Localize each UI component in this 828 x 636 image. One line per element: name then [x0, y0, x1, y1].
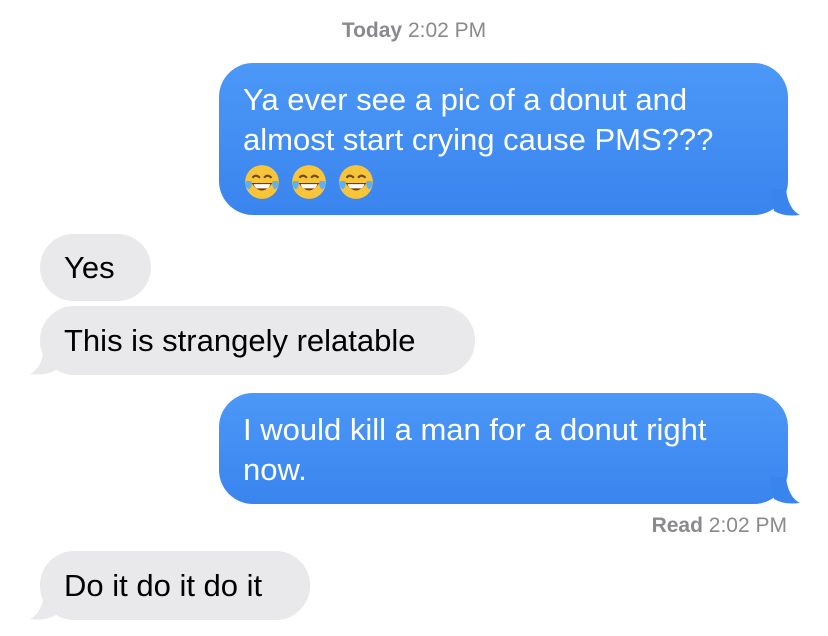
outgoing-message-bubble[interactable]: I would kill a man for a donut right now…: [219, 393, 788, 504]
timestamp-day: Today: [341, 19, 403, 42]
timestamp-time: 2:02 PM: [407, 19, 487, 42]
message-text-line: now.: [243, 452, 307, 487]
read-receipt-label: Read: [651, 514, 703, 537]
incoming-message-bubble[interactable]: Yes: [40, 234, 151, 301]
incoming-bubble-tail: [30, 348, 60, 375]
outgoing-message-bubble[interactable]: Ya ever see a pic of a donut and almost …: [219, 63, 788, 215]
read-receipt-time: 2:02 PM: [708, 514, 787, 537]
message-text-line: Ya ever see a pic of a donut and: [243, 82, 688, 117]
emoji-row: [243, 163, 764, 201]
outgoing-bubble-tail: [770, 477, 800, 504]
header-timestamp: Today 2:02 PM: [0, 19, 828, 43]
tears-of-joy-emoji: [245, 165, 279, 199]
incoming-message-bubble[interactable]: Do it do it do it: [40, 551, 310, 620]
outgoing-bubble-tail: [770, 189, 800, 216]
read-receipt: Read 2:02 PM: [652, 514, 787, 538]
incoming-bubble-tail: [30, 593, 60, 620]
message-text: Do it do it do it: [64, 567, 263, 603]
message-text: Yes: [64, 249, 115, 285]
message-text: This is strangely relatable: [64, 322, 416, 358]
incoming-message-bubble[interactable]: This is strangely relatable: [40, 306, 475, 375]
tears-of-joy-emoji: [339, 165, 373, 199]
message-text-line: almost start crying cause PMS???: [243, 122, 714, 157]
tears-of-joy-emoji: [292, 165, 326, 199]
message-text-line: I would kill a man for a donut right: [243, 412, 707, 447]
